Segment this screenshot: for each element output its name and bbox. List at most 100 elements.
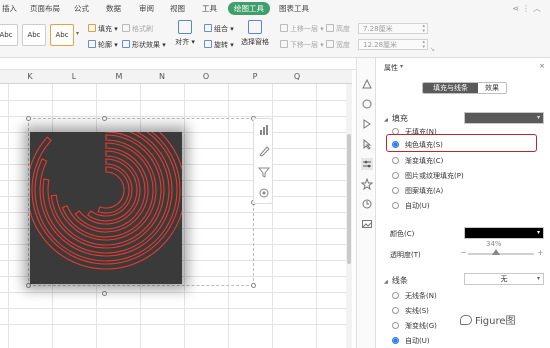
chevron-down-icon[interactable]: ▾ <box>400 63 403 70</box>
pointer-icon[interactable] <box>361 138 373 150</box>
tab-fill-and-line[interactable]: 填充与线条 <box>423 83 478 93</box>
line-option-label: 渐变线(G) <box>405 322 437 330</box>
properties-icon[interactable] <box>361 78 373 90</box>
rotate-button[interactable]: 旋转 ▾ <box>204 40 234 50</box>
select-pane-button[interactable]: 选择窗格 <box>238 20 272 47</box>
radio-button[interactable] <box>392 292 399 299</box>
line-option-solid[interactable]: 实线(S) <box>392 306 429 317</box>
fill-section-header[interactable]: ◢ 填充 <box>384 113 408 124</box>
resize-handle[interactable] <box>26 116 31 121</box>
share-icon[interactable]: ⋖ <box>512 4 522 13</box>
column-header[interactable]: L <box>62 70 86 84</box>
group-button[interactable]: 组合 ▾ <box>204 24 234 34</box>
align-button[interactable]: 对齐 ▾ <box>170 20 200 47</box>
height-spin-icon[interactable]: ▴ ▾ <box>422 24 425 34</box>
resize-handle[interactable] <box>251 283 256 288</box>
window-controls[interactable]: ⋖⋮︿ <box>512 3 544 14</box>
size-dialog-icon[interactable]: ↘ <box>430 46 435 53</box>
vertical-scrollbar[interactable] <box>346 84 352 348</box>
collapse-triangle-icon: ◢ <box>384 117 388 123</box>
radio-button[interactable] <box>392 322 399 329</box>
fill-color-dropdown[interactable]: ▾ <box>464 112 544 124</box>
chart-elements-icon[interactable] <box>257 123 271 137</box>
width-value: 12.28厘米 <box>363 41 398 49</box>
shape-style-sample[interactable]: Abc <box>0 24 18 46</box>
tab-review[interactable]: 审阅 <box>139 3 154 14</box>
radio-button[interactable] <box>392 157 399 164</box>
fill-option-picture[interactable]: 图片或纹理填充(P) <box>392 171 464 182</box>
close-icon[interactable]: × <box>539 62 545 70</box>
transparency-slider-knob[interactable] <box>492 249 500 255</box>
line-option-gradient[interactable]: 渐变线(G) <box>392 321 437 332</box>
history-icon[interactable] <box>361 198 373 210</box>
tab-effects[interactable]: 效果 <box>478 83 506 93</box>
fill-option-auto[interactable]: 自动(U) <box>392 201 430 212</box>
shape-effects-button[interactable]: 形状效果 ▾ <box>122 40 166 50</box>
fill-button[interactable]: 填充 ▾ <box>88 24 118 34</box>
picture-icon[interactable] <box>361 218 373 230</box>
format-painter-button[interactable]: 格式刷 <box>122 24 153 34</box>
resize-handle[interactable] <box>102 116 107 121</box>
fill-option-label: 图案填充(A) <box>405 187 444 195</box>
send-backward-button[interactable]: 下移一层 ▾ <box>280 40 324 50</box>
shape-icon[interactable] <box>361 98 373 110</box>
chevron-down-icon: ▾ <box>536 275 540 282</box>
width-spin-icon[interactable]: ▴ ▾ <box>422 40 425 50</box>
fill-label: 填充 <box>98 25 112 33</box>
filter-icon[interactable] <box>257 165 271 179</box>
radio-button[interactable] <box>392 202 399 209</box>
plus-icon[interactable]: + <box>537 248 544 257</box>
radio-button-selected[interactable] <box>392 337 399 344</box>
formula-bar[interactable] <box>0 58 356 70</box>
align-label: 对齐 <box>175 38 190 46</box>
grid-line <box>0 308 352 309</box>
gear-icon[interactable] <box>257 186 271 200</box>
line-dropdown[interactable]: 无 ▾ <box>464 273 544 285</box>
animation-icon[interactable] <box>361 118 373 130</box>
tab-data[interactable]: 数据 <box>106 3 121 14</box>
shape-effects-icon <box>122 40 130 48</box>
tab-tools[interactable]: 工具 <box>202 3 217 14</box>
line-option-auto[interactable]: 自动(U) <box>392 336 430 347</box>
transparency-slider-track[interactable] <box>468 253 534 255</box>
column-header[interactable]: K <box>18 70 42 84</box>
column-header-row: K L M N O P Q <box>0 70 352 84</box>
outline-button[interactable]: 轮廓 ▾ <box>88 40 118 50</box>
column-header[interactable]: O <box>194 70 218 84</box>
resize-handle[interactable] <box>102 291 107 296</box>
scrollbar-thumb[interactable] <box>347 134 351 264</box>
line-section-header[interactable]: ◢ 线条 <box>384 275 408 286</box>
fill-option-pattern[interactable]: 图案填充(A) <box>392 186 443 197</box>
column-header[interactable]: P <box>243 70 267 84</box>
tab-page-layout[interactable]: 页面布局 <box>30 3 60 14</box>
style-scroll-icon[interactable]: ▾ <box>76 30 79 37</box>
brush-icon[interactable] <box>257 144 271 158</box>
tab-drawing-tools[interactable]: 绘图工具 <box>228 2 270 15</box>
tab-insert[interactable]: 插入 <box>2 3 17 14</box>
concentric-arcs-graphic <box>26 110 186 270</box>
color-dropdown[interactable]: ▾ <box>464 227 544 239</box>
radio-button[interactable] <box>392 172 399 179</box>
line-option-none[interactable]: 无线条(N) <box>392 291 437 302</box>
chart-shape[interactable] <box>26 110 186 284</box>
bring-forward-button[interactable]: 上移一层 ▾ <box>280 24 324 34</box>
tab-view[interactable]: 视图 <box>170 3 185 14</box>
shape-style-sample[interactable]: Abc <box>50 24 74 46</box>
width-input[interactable]: 12.28厘米 ▴ ▾ <box>358 39 428 50</box>
tab-formulas[interactable]: 公式 <box>74 3 89 14</box>
minus-icon[interactable]: − <box>460 248 467 257</box>
fill-option-gradient[interactable]: 渐变填充(C) <box>392 156 443 167</box>
radio-button[interactable] <box>392 187 399 194</box>
column-header[interactable]: N <box>150 70 174 84</box>
settings-sliders-icon[interactable] <box>361 158 373 170</box>
radio-button[interactable] <box>392 307 399 314</box>
column-header[interactable]: M <box>107 70 131 84</box>
star-icon[interactable] <box>361 178 373 190</box>
collapse-icon[interactable]: ︿ <box>533 4 544 13</box>
more-icon[interactable]: ⋮ <box>522 4 533 13</box>
format-painter-label: 格式刷 <box>132 25 153 33</box>
height-input[interactable]: 7.28厘米 ▴ ▾ <box>358 23 428 34</box>
tab-chart-tools[interactable]: 图表工具 <box>279 3 309 14</box>
column-header[interactable]: Q <box>285 70 309 84</box>
shape-style-sample[interactable]: Abc <box>22 24 46 46</box>
